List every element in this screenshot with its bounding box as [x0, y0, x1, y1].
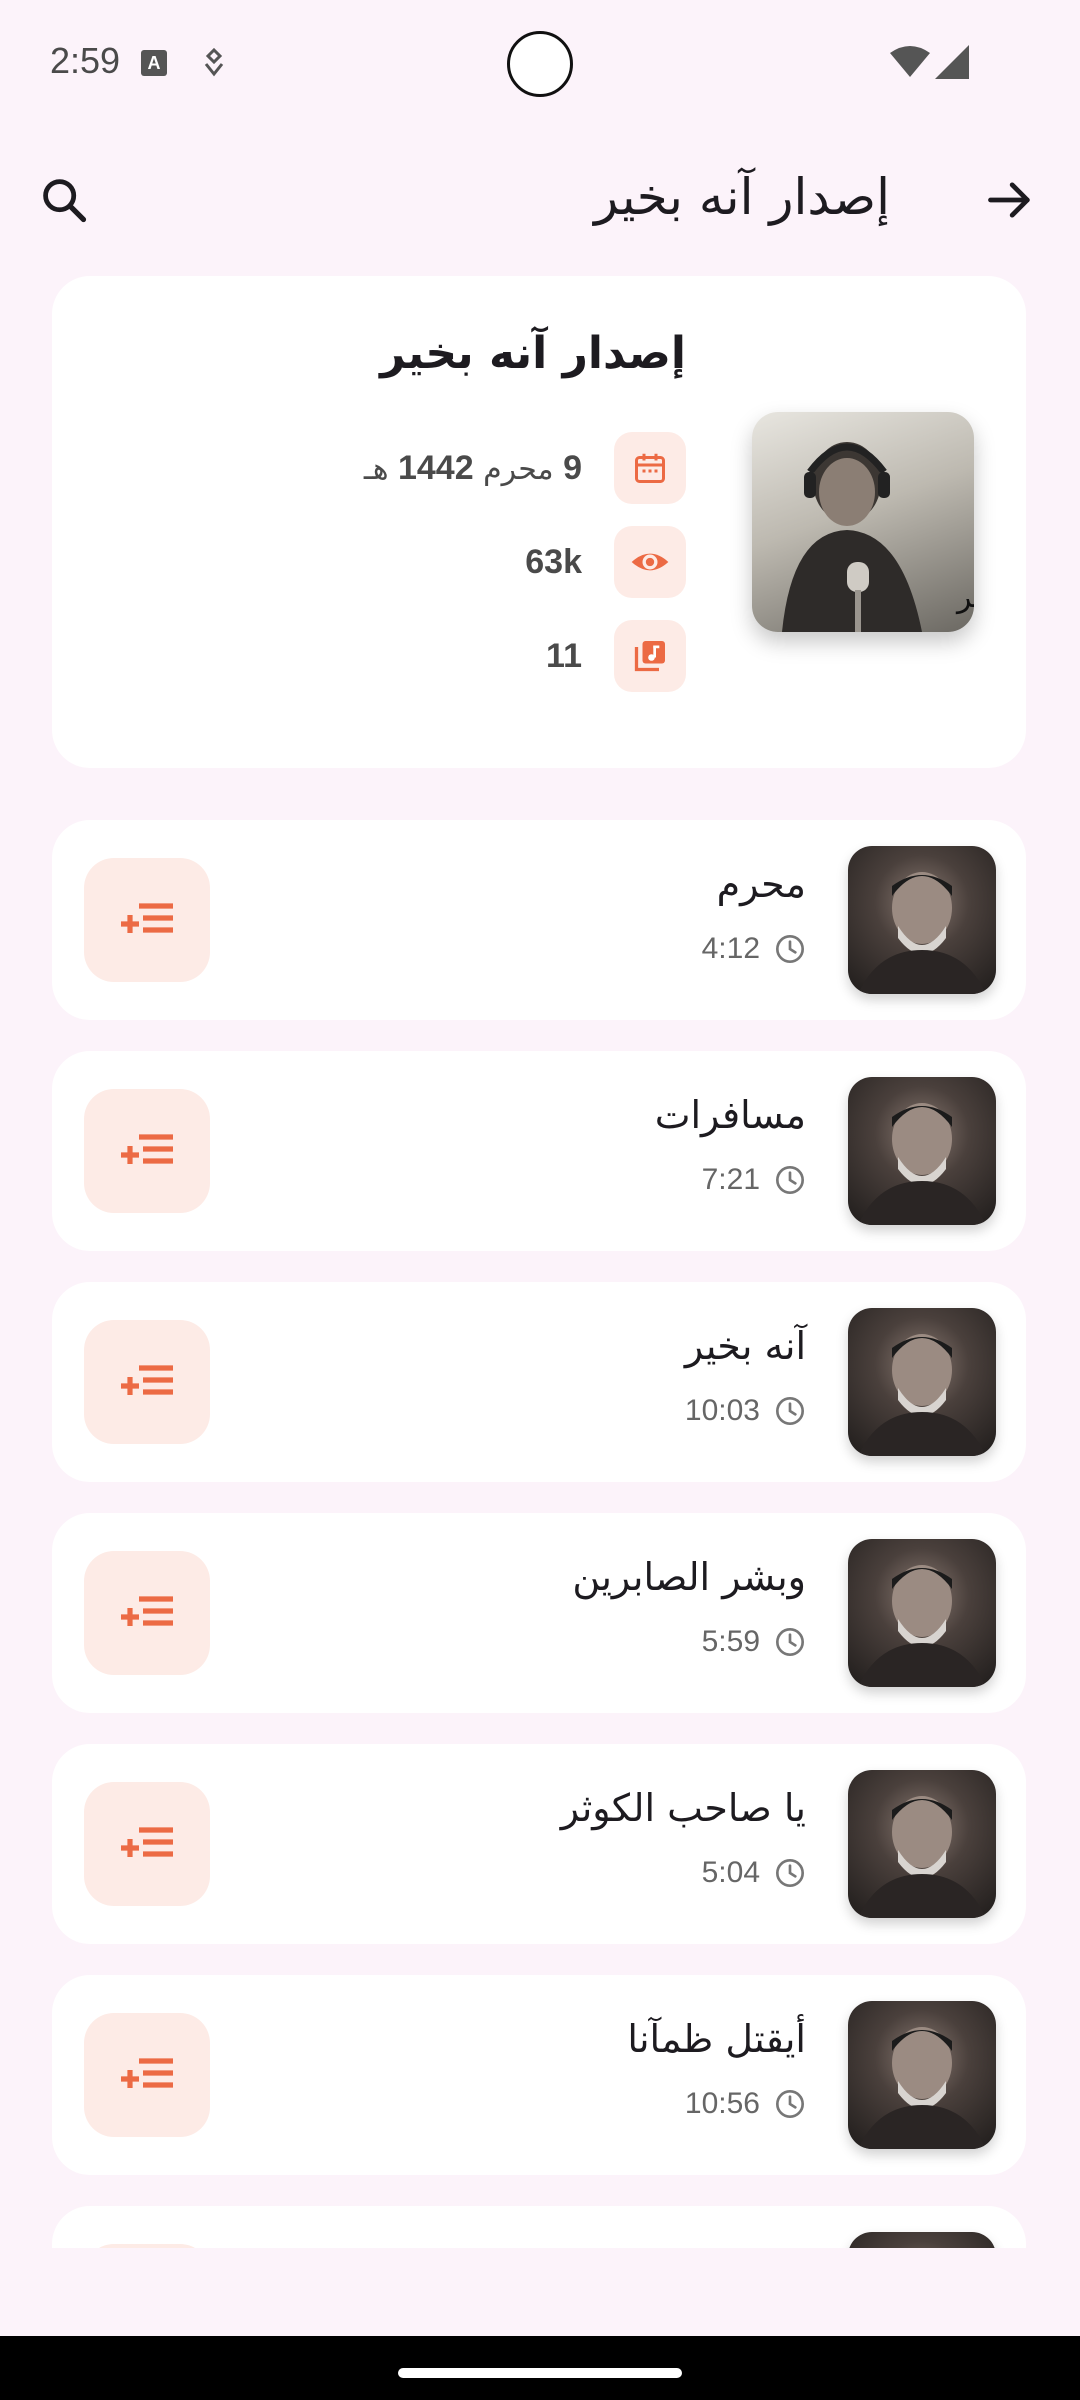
library-music-icon: [614, 620, 686, 692]
track-title: مسافرات: [654, 1093, 806, 1137]
add-to-playlist-button[interactable]: [84, 858, 210, 982]
track-list[interactable]: محرم 4:12 مسافرات 7:21 آنه بخير 10:03 وب…: [52, 820, 1026, 2248]
add-to-playlist-button[interactable]: [84, 2244, 210, 2248]
search-icon: [43, 179, 87, 223]
playlist-add-icon: [121, 903, 173, 933]
track-thumbnail: [848, 1539, 996, 1687]
track-item[interactable]: آنه بخير 10:03: [52, 1282, 1026, 1482]
track-title: وبشر الصابرين: [572, 1555, 806, 1599]
signal-icon: [935, 45, 969, 79]
system-navigation-bar: [0, 2336, 1080, 2400]
playlist-add-icon: [121, 1134, 173, 1164]
track-title: يا صاحب الكوثر: [560, 1786, 806, 1830]
add-to-playlist-button[interactable]: [84, 1551, 210, 1675]
track-thumbnail: [848, 846, 996, 994]
calendar-icon: [614, 432, 686, 504]
clock-icon: [776, 935, 804, 963]
track-thumbnail: [848, 1077, 996, 1225]
track-item[interactable]: وبشر الصابرين 5:59: [52, 1513, 1026, 1713]
track-duration: 7:21: [702, 1163, 806, 1197]
track-title: أيقتل ظمآنا: [627, 2017, 806, 2061]
tracks-count: 11: [546, 636, 582, 675]
assistant-notification-icon: [204, 48, 224, 77]
album-cover-art: آنه بخير: [782, 442, 974, 632]
track-title: محرم: [716, 862, 806, 906]
clock-icon: [776, 2090, 804, 2118]
clock-icon: [776, 1628, 804, 1656]
app-bar: إصدار آنه بخير: [0, 140, 1080, 260]
keyboard-notification-icon: A: [141, 50, 167, 76]
clock-icon: [776, 1166, 804, 1194]
track-duration: 5:59: [702, 1625, 806, 1659]
track-thumbnail: [848, 1308, 996, 1456]
add-to-playlist-button[interactable]: [84, 1089, 210, 1213]
add-to-playlist-button[interactable]: [84, 1320, 210, 1444]
track-item[interactable]: أيقتل ظمآنا 10:56: [52, 1975, 1026, 2175]
search-button[interactable]: [34, 170, 94, 230]
playlist-add-icon: [121, 1596, 173, 1626]
status-bar: 2:59 A: [0, 0, 1080, 130]
album-title: إصدار آنه بخير: [380, 328, 686, 379]
camera-cutout: [507, 31, 573, 97]
status-time: 2:59: [50, 40, 121, 81]
track-thumbnail: [848, 2232, 996, 2248]
track-item-partial[interactable]: [52, 2206, 1026, 2248]
home-gesture-handle[interactable]: [398, 2368, 682, 2378]
arrow-right-icon: [988, 182, 1030, 218]
views-row: 63k: [525, 526, 686, 598]
album-header-card: إصدار آنه بخير آنه بخير: [52, 276, 1026, 768]
clock-icon: [776, 1397, 804, 1425]
album-cover-text: آنه بخير: [955, 579, 974, 615]
track-item[interactable]: يا صاحب الكوثر 5:04: [52, 1744, 1026, 1944]
playlist-add-icon: [121, 1365, 173, 1395]
page-title: إصدار آنه بخير: [594, 168, 890, 226]
views-count: 63k: [525, 542, 582, 581]
track-duration: 10:03: [685, 1394, 806, 1428]
playlist-add-icon: [121, 2058, 173, 2088]
add-to-playlist-button[interactable]: [84, 2013, 210, 2137]
back-button[interactable]: [980, 170, 1040, 230]
eye-icon: [614, 526, 686, 598]
album-cover-image[interactable]: آنه بخير: [752, 412, 974, 632]
add-to-playlist-button[interactable]: [84, 1782, 210, 1906]
track-title: آنه بخير: [684, 1324, 806, 1368]
release-date: 9 محرم 1442 هـ: [363, 448, 582, 487]
release-date-row: 9 محرم 1442 هـ: [364, 432, 686, 504]
track-item[interactable]: مسافرات 7:21: [52, 1051, 1026, 1251]
track-duration: 5:04: [702, 1856, 806, 1890]
clock-icon: [776, 1859, 804, 1887]
tracks-count-row: 11: [546, 620, 686, 692]
track-duration: 10:56: [685, 2087, 806, 2121]
track-thumbnail: [848, 1770, 996, 1918]
track-duration: 4:12: [702, 932, 806, 966]
track-item[interactable]: محرم 4:12: [52, 820, 1026, 1020]
track-thumbnail: [848, 2001, 996, 2149]
wifi-icon: [890, 46, 930, 77]
playlist-add-icon: [121, 1827, 173, 1857]
